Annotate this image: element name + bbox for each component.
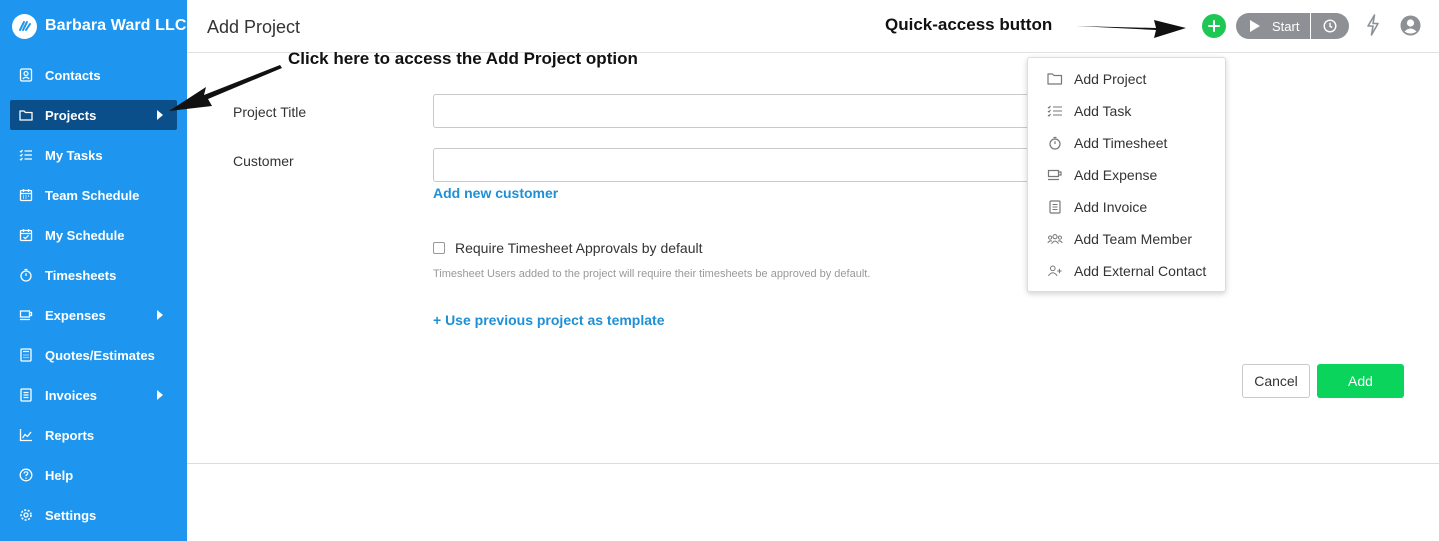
sidebar-item-label: Timesheets <box>45 267 117 283</box>
menu-item-label: Add Timesheet <box>1074 135 1168 151</box>
project-title-input[interactable] <box>433 94 1053 128</box>
chart-icon <box>18 427 34 443</box>
calculator-icon <box>18 347 34 363</box>
menu-item-label: Add External Contact <box>1074 263 1207 279</box>
cancel-button[interactable]: Cancel <box>1242 364 1310 398</box>
sidebar-item-label: Team Schedule <box>45 187 140 203</box>
menu-item-add-external-contact[interactable]: Add External Contact <box>1028 255 1225 287</box>
menu-item-add-team-member[interactable]: Add Team Member <box>1028 223 1225 255</box>
sidebar-item-expenses[interactable]: Expenses <box>0 295 187 335</box>
clock-icon <box>1323 19 1337 33</box>
sidebar-item-label: Invoices <box>45 387 98 403</box>
sidebar-item-my-tasks[interactable]: My Tasks <box>0 135 187 175</box>
chevron-right-icon <box>157 310 163 320</box>
user-avatar-icon[interactable] <box>1400 15 1421 36</box>
sidebar-item-my-schedule[interactable]: My Schedule <box>0 215 187 255</box>
brand[interactable]: Barbara Ward LLC <box>0 0 187 52</box>
require-approval-label: Require Timesheet Approvals by default <box>455 240 703 256</box>
chevron-right-icon <box>157 110 163 120</box>
menu-item-label: Add Invoice <box>1074 199 1148 215</box>
menu-item-label: Add Team Member <box>1074 231 1193 247</box>
folder-icon <box>18 107 34 123</box>
sidebar-item-label: Projects <box>45 107 97 123</box>
customer-label: Customer <box>233 153 294 169</box>
calendar-check-icon <box>18 227 34 243</box>
sidebar-item-label: My Tasks <box>45 147 103 163</box>
brand-logo-icon <box>12 13 37 39</box>
contacts-icon <box>18 67 34 83</box>
invoice-icon <box>1047 199 1063 215</box>
sidebar-item-projects[interactable]: Projects <box>10 100 177 130</box>
quick-access-add-button[interactable] <box>1202 14 1226 38</box>
start-timer-button[interactable]: Start <box>1236 13 1310 39</box>
menu-item-add-project[interactable]: Add Project <box>1028 63 1225 95</box>
sidebar-item-label: Expenses <box>45 307 106 323</box>
calendar-icon <box>18 187 34 203</box>
require-approval-help: Timesheet Users added to the project wil… <box>433 268 871 280</box>
add-user-icon <box>1047 263 1063 279</box>
use-template-link[interactable]: + Use previous project as template <box>433 312 664 328</box>
sidebar-item-settings[interactable]: Settings <box>0 495 187 535</box>
tasks-icon <box>1047 103 1063 119</box>
customer-input[interactable] <box>433 148 1053 182</box>
sidebar-item-quotes[interactable]: Quotes/Estimates <box>0 335 187 375</box>
sidebar: Barbara Ward LLC Contacts Projects My Ta… <box>0 0 187 541</box>
folder-icon <box>1047 71 1063 87</box>
sidebar-item-label: Contacts <box>45 67 101 83</box>
stopwatch-icon <box>18 267 34 283</box>
sidebar-item-label: Reports <box>45 427 95 443</box>
invoice-icon <box>18 387 34 403</box>
sidebar-item-help[interactable]: Help <box>0 455 187 495</box>
top-header: Add Project Quick-access button Start <box>187 0 1439 53</box>
sidebar-item-label: Quotes/Estimates <box>45 347 155 363</box>
timer-history-button[interactable] <box>1311 13 1349 39</box>
menu-item-add-invoice[interactable]: Add Invoice <box>1028 191 1225 223</box>
add-new-customer-link[interactable]: Add new customer <box>433 185 558 201</box>
tasks-icon <box>18 147 34 163</box>
menu-item-label: Add Expense <box>1074 167 1158 183</box>
sidebar-item-reports[interactable]: Reports <box>0 415 187 455</box>
sidebar-nav: Contacts Projects My Tasks Team Schedule… <box>0 55 187 535</box>
annotation-quick-access: Quick-access button <box>885 15 1053 34</box>
annotation-arrow-right-icon <box>1076 20 1186 38</box>
gear-icon <box>18 507 34 523</box>
menu-item-add-expense[interactable]: Add Expense <box>1028 159 1225 191</box>
cup-icon <box>18 307 34 323</box>
quick-access-menu: Add Project Add Task Add Timesheet Add E… <box>1027 57 1226 292</box>
cup-icon <box>1047 167 1063 183</box>
sidebar-item-label: My Schedule <box>45 227 125 243</box>
help-icon <box>18 467 34 483</box>
add-button[interactable]: Add <box>1317 364 1404 398</box>
sidebar-item-label: Help <box>45 467 74 483</box>
chevron-right-icon <box>157 390 163 400</box>
annotation-projects-hint: Click here to access the Add Project opt… <box>288 49 638 68</box>
brand-name: Barbara Ward LLC <box>45 17 187 34</box>
sidebar-item-invoices[interactable]: Invoices <box>0 375 187 415</box>
menu-item-add-timesheet[interactable]: Add Timesheet <box>1028 127 1225 159</box>
start-label: Start <box>1272 18 1300 34</box>
menu-item-add-task[interactable]: Add Task <box>1028 95 1225 127</box>
sidebar-item-label: Settings <box>45 507 97 523</box>
page-title: Add Project <box>207 17 301 37</box>
team-icon <box>1047 231 1063 247</box>
project-title-label: Project Title <box>233 104 307 120</box>
play-icon <box>1250 20 1260 32</box>
menu-item-label: Add Project <box>1074 71 1147 87</box>
require-approval-checkbox[interactable] <box>433 242 445 254</box>
menu-item-label: Add Task <box>1074 103 1132 119</box>
sidebar-item-contacts[interactable]: Contacts <box>0 55 187 95</box>
stopwatch-icon <box>1047 135 1063 151</box>
sidebar-item-timesheets[interactable]: Timesheets <box>0 255 187 295</box>
footer-divider <box>187 463 1439 464</box>
sidebar-item-team-schedule[interactable]: Team Schedule <box>0 175 187 215</box>
bolt-icon[interactable] <box>1365 14 1381 36</box>
